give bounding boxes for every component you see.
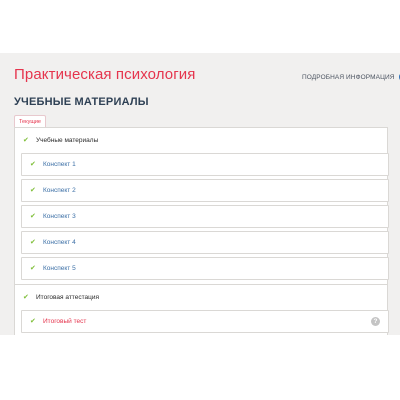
module-study-materials: ✔ Учебные материалы ✔ Конспект 1 ✔ Консп… [14, 127, 389, 289]
lesson-title: Конспект 5 [43, 265, 76, 272]
check-icon: ✔ [30, 187, 36, 194]
check-icon: ✔ [30, 213, 36, 220]
module-header[interactable]: ✔ Учебные материалы [15, 128, 387, 153]
lesson-title: Конспект 2 [43, 187, 76, 194]
check-icon: ✔ [23, 294, 29, 301]
course-panel: Практическая психология Подробная информ… [0, 53, 400, 335]
module-title: Итоговая аттестация [36, 294, 99, 301]
section-title: УЧЕБНЫЕ МАТЕРИАЛЫ [14, 96, 149, 108]
lesson-item[interactable]: ✔ Конспект 1 [21, 153, 389, 176]
module-title: Учебные материалы [36, 137, 99, 144]
lesson-item[interactable]: ✔ Конспект 2 [21, 179, 389, 202]
lesson-title: Конспект 4 [43, 239, 76, 246]
check-icon: ✔ [23, 137, 29, 144]
check-icon: ✔ [30, 161, 36, 168]
module-final-assessment: ✔ Итоговая аттестация ✔ Итоговый тест ? [14, 284, 389, 335]
check-icon: ✔ [30, 265, 36, 272]
lesson-item[interactable]: ✔ Конспект 3 [21, 205, 389, 228]
course-title: Практическая психология [14, 66, 196, 83]
lesson-item[interactable]: ✔ Конспект 5 [21, 257, 389, 280]
lesson-item[interactable]: ✔ Конспект 4 [21, 231, 389, 254]
details-link[interactable]: Подробная информация i [302, 72, 400, 82]
details-link-label: Подробная информация [302, 73, 395, 81]
question-circle-icon[interactable]: ? [371, 317, 380, 326]
check-icon: ✔ [30, 318, 36, 325]
lesson-item-final-test[interactable]: ✔ Итоговый тест ? [21, 310, 389, 333]
lesson-title: Конспект 1 [43, 161, 76, 168]
module-header[interactable]: ✔ Итоговая аттестация [15, 285, 387, 310]
lesson-title: Конспект 3 [43, 213, 76, 220]
lesson-title: Итоговый тест [43, 318, 87, 325]
check-icon: ✔ [30, 239, 36, 246]
